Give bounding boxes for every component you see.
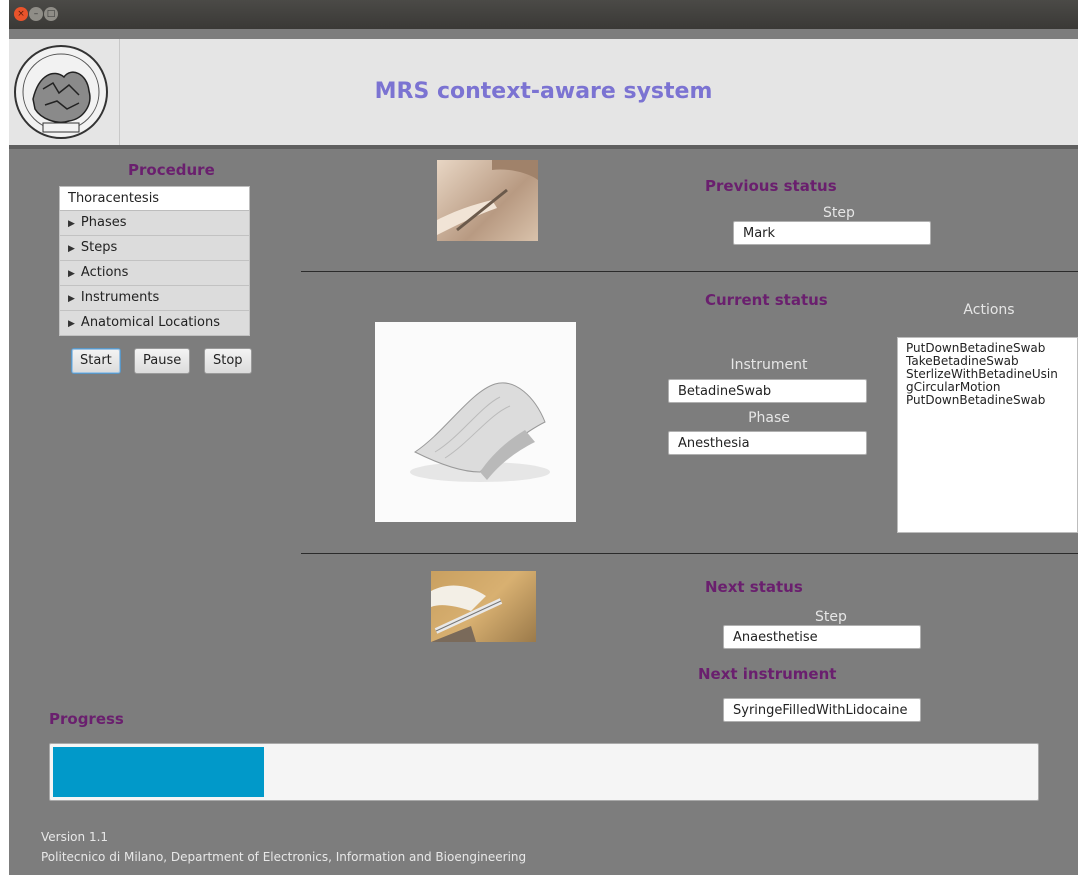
tree-node-label: Instruments	[80, 290, 160, 305]
tree-node-label: Steps	[80, 240, 118, 255]
tree-node-label: Actions	[80, 265, 129, 280]
progress-fill	[53, 747, 264, 797]
expand-arrow-icon: ▶	[68, 319, 75, 329]
separator-bottom	[301, 553, 1078, 554]
current-status-heading: Current status	[705, 291, 828, 309]
procedure-tree: Thoracentesis ▶ Phases ▶ Steps ▶ Actions ▶ I…	[59, 186, 250, 336]
app-window: × – □ MRS context-aware system Procedure…	[9, 0, 1078, 875]
tree-node-actions[interactable]: ▶ Actions	[59, 261, 250, 286]
previous-status-heading: Previous status	[705, 177, 837, 195]
organization-text: Politecnico di Milano, Department of Ele…	[41, 850, 527, 864]
expand-arrow-icon: ▶	[68, 294, 75, 304]
tree-node-label: Anatomical Locations	[80, 315, 220, 330]
current-instrument-field[interactable]: BetadineSwab	[668, 379, 867, 403]
expand-arrow-icon: ▶	[68, 269, 75, 279]
next-step-image	[431, 571, 536, 642]
swab-pad-illustration	[410, 382, 550, 482]
hand-marking-illustration	[437, 160, 538, 235]
close-window-button[interactable]: ×	[14, 7, 28, 21]
maximize-window-button[interactable]: □	[44, 7, 58, 21]
tree-node-steps[interactable]: ▶ Steps	[59, 236, 250, 261]
app-title: MRS context-aware system	[374, 79, 713, 104]
expand-arrow-icon: ▶	[68, 219, 75, 229]
minimize-window-button[interactable]: –	[29, 7, 43, 21]
header-banner: MRS context-aware system	[9, 39, 1078, 145]
header-divider	[9, 145, 1078, 149]
progress-heading: Progress	[49, 710, 124, 728]
version-text: Version 1.1	[41, 830, 109, 844]
tree-root-item[interactable]: Thoracentesis	[59, 186, 250, 211]
progress-bar	[49, 743, 1039, 801]
expand-arrow-icon: ▶	[68, 244, 75, 254]
start-button[interactable]: Start	[71, 348, 121, 374]
syringe-illustration	[431, 585, 503, 642]
instrument-label: Instrument	[730, 357, 808, 373]
current-instrument-image	[375, 322, 576, 522]
next-status-heading: Next status	[705, 578, 803, 596]
procedure-heading: Procedure	[128, 161, 215, 179]
title-bar: × – □	[9, 0, 1078, 29]
next-instrument-heading: Next instrument	[698, 665, 837, 683]
next-instrument-field[interactable]: SyringeFilledWithLidocaine	[723, 698, 921, 722]
tree-node-instruments[interactable]: ▶ Instruments	[59, 286, 250, 311]
current-phase-field[interactable]: Anesthesia	[668, 431, 867, 455]
phase-label: Phase	[748, 410, 790, 426]
separator-top	[301, 271, 1078, 272]
next-step-label: Step	[815, 609, 847, 625]
tree-node-anatomical-locations[interactable]: ▶ Anatomical Locations	[59, 311, 250, 336]
pause-button[interactable]: Pause	[134, 348, 191, 374]
previous-step-image	[437, 160, 538, 241]
actions-list[interactable]: PutDownBetadineSwab TakeBetadineSwab Ste…	[897, 337, 1078, 533]
previous-step-label: Step	[823, 205, 855, 221]
previous-step-field[interactable]: Mark	[733, 221, 931, 245]
stop-button[interactable]: Stop	[204, 348, 252, 374]
action-item: PutDownBetadineSwab	[906, 393, 1046, 407]
tree-node-phases[interactable]: ▶ Phases	[59, 211, 250, 236]
next-step-field[interactable]: Anaesthetise	[723, 625, 921, 649]
actions-label: Actions	[963, 302, 1015, 318]
tree-node-label: Phases	[80, 215, 127, 230]
